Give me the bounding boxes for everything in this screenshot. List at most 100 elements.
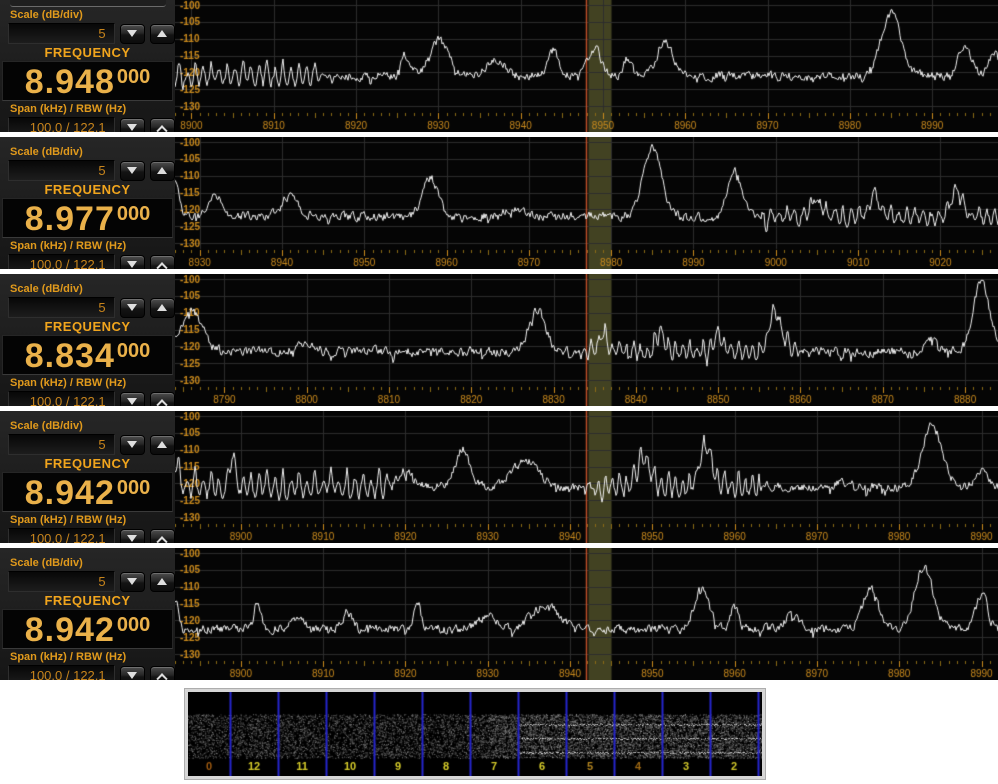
triangle-up-icon <box>157 30 167 37</box>
spectrum-panel-2: Scale (dB/div) 5 FREQUENCY 8.977000 Span… <box>0 137 998 269</box>
scale-down-button[interactable] <box>120 435 145 455</box>
frequency-mhz[interactable]: 8.942 <box>25 473 115 513</box>
span-up-button[interactable] <box>150 118 175 133</box>
spectrum-panel-3: Scale (dB/div) 5 FREQUENCY 8.834000 Span… <box>0 274 998 406</box>
span-down-button[interactable] <box>120 255 145 270</box>
chevron-up-icon <box>157 673 168 680</box>
spectrum-display[interactable] <box>175 548 998 680</box>
control-column: Scale (dB/div) 5 FREQUENCY 8.834000 Span… <box>0 274 175 406</box>
chevron-up-icon <box>157 125 168 132</box>
scale-up-button[interactable] <box>150 298 175 318</box>
triangle-down-icon <box>127 398 137 405</box>
span-rbw-input[interactable]: 100.0 / 122.1 <box>8 528 115 543</box>
control-column: Scale (dB/div) 5 FREQUENCY 8.942000 Span… <box>0 411 175 543</box>
spectrum-panel-1: Scale (dB/div) 5 FREQUENCY 8.948000 Span… <box>0 0 998 132</box>
triangle-up-icon <box>157 578 167 585</box>
scale-label: Scale (dB/div) <box>0 146 175 158</box>
scale-up-button[interactable] <box>150 572 175 592</box>
scale-value: 5 <box>98 26 105 41</box>
span-rbw-input[interactable]: 100.0 / 122.1 <box>8 254 115 269</box>
waterfall-display[interactable] <box>188 692 762 776</box>
scale-down-button[interactable] <box>120 572 145 592</box>
scale-down-button[interactable] <box>120 298 145 318</box>
bottom-area <box>0 685 998 779</box>
scale-up-button[interactable] <box>150 435 175 455</box>
scale-label: Scale (dB/div) <box>0 9 175 21</box>
scale-label: Scale (dB/div) <box>0 420 175 432</box>
span-rbw-label: Span (kHz) / RBW (Hz) <box>0 240 175 252</box>
scale-input[interactable]: 5 <box>8 160 115 181</box>
scale-up-button[interactable] <box>150 161 175 181</box>
frequency-display[interactable]: 8.834000 <box>2 335 173 375</box>
chevron-up-icon <box>157 262 168 269</box>
scale-input[interactable]: 5 <box>8 434 115 455</box>
span-rbw-value: 100.0 / 122.1 <box>30 394 106 406</box>
triangle-down-icon <box>127 124 137 131</box>
scale-down-button[interactable] <box>120 161 145 181</box>
frequency-mhz[interactable]: 8.942 <box>25 610 115 650</box>
span-rbw-label: Span (kHz) / RBW (Hz) <box>0 103 175 115</box>
frequency-label: FREQUENCY <box>0 46 175 59</box>
spectrum-panel-5: Scale (dB/div) 5 FREQUENCY 8.942000 Span… <box>0 548 998 680</box>
frequency-hz[interactable]: 000 <box>117 610 150 640</box>
control-column: Scale (dB/div) 5 FREQUENCY 8.942000 Span… <box>0 548 175 680</box>
span-down-button[interactable] <box>120 529 145 544</box>
triangle-up-icon <box>157 167 167 174</box>
frequency-hz[interactable]: 000 <box>117 473 150 503</box>
span-up-button[interactable] <box>150 255 175 270</box>
chevron-up-icon <box>157 536 168 543</box>
triangle-down-icon <box>127 261 137 268</box>
triangle-down-icon <box>127 441 137 448</box>
span-up-button[interactable] <box>150 392 175 407</box>
triangle-down-icon <box>127 304 137 311</box>
span-up-button[interactable] <box>150 666 175 681</box>
scale-up-button[interactable] <box>150 24 175 44</box>
frequency-display[interactable]: 8.942000 <box>2 609 173 649</box>
span-down-button[interactable] <box>120 118 145 133</box>
frequency-hz[interactable]: 000 <box>117 62 150 92</box>
span-rbw-value: 100.0 / 122.1 <box>30 668 106 680</box>
span-rbw-label: Span (kHz) / RBW (Hz) <box>0 377 175 389</box>
scale-label: Scale (dB/div) <box>0 557 175 569</box>
span-rbw-input[interactable]: 100.0 / 122.1 <box>8 391 115 406</box>
frequency-mhz[interactable]: 8.834 <box>25 336 115 376</box>
scale-input[interactable]: 5 <box>8 23 115 44</box>
frequency-display[interactable]: 8.942000 <box>2 472 173 512</box>
triangle-down-icon <box>127 167 137 174</box>
triangle-down-icon <box>127 578 137 585</box>
triangle-down-icon <box>127 30 137 37</box>
frequency-display[interactable]: 8.948000 <box>2 61 173 101</box>
span-rbw-input[interactable]: 100.0 / 122.1 <box>8 665 115 680</box>
span-rbw-value: 100.0 / 122.1 <box>30 120 106 132</box>
span-up-button[interactable] <box>150 529 175 544</box>
spectrum-display[interactable] <box>175 0 998 132</box>
frequency-hz[interactable]: 000 <box>117 336 150 366</box>
triangle-up-icon <box>157 441 167 448</box>
spectrum-display[interactable] <box>175 274 998 406</box>
span-rbw-value: 100.0 / 122.1 <box>30 257 106 269</box>
frequency-mhz[interactable]: 8.977 <box>25 199 115 239</box>
frequency-mhz[interactable]: 8.948 <box>25 62 115 102</box>
spectrum-display[interactable] <box>175 137 998 269</box>
scale-label: Scale (dB/div) <box>0 283 175 295</box>
scanner-strip-frame <box>185 689 765 779</box>
triangle-down-icon <box>127 535 137 542</box>
control-column: Scale (dB/div) 5 FREQUENCY 8.977000 Span… <box>0 137 175 269</box>
span-rbw-value: 100.0 / 122.1 <box>30 531 106 543</box>
frequency-display[interactable]: 8.977000 <box>2 198 173 238</box>
frequency-hz[interactable]: 000 <box>117 199 150 229</box>
scale-input[interactable]: 5 <box>8 571 115 592</box>
control-column: Scale (dB/div) 5 FREQUENCY 8.948000 Span… <box>0 0 175 132</box>
span-down-button[interactable] <box>120 392 145 407</box>
frequency-label: FREQUENCY <box>0 320 175 333</box>
scale-input[interactable]: 5 <box>8 297 115 318</box>
frequency-label: FREQUENCY <box>0 183 175 196</box>
span-down-button[interactable] <box>120 666 145 681</box>
span-rbw-input[interactable]: 100.0 / 122.1 <box>8 117 115 132</box>
triangle-down-icon <box>127 672 137 679</box>
scale-value: 5 <box>98 437 105 452</box>
frequency-label: FREQUENCY <box>0 594 175 607</box>
frequency-label: FREQUENCY <box>0 457 175 470</box>
spectrum-display[interactable] <box>175 411 998 543</box>
scale-down-button[interactable] <box>120 24 145 44</box>
